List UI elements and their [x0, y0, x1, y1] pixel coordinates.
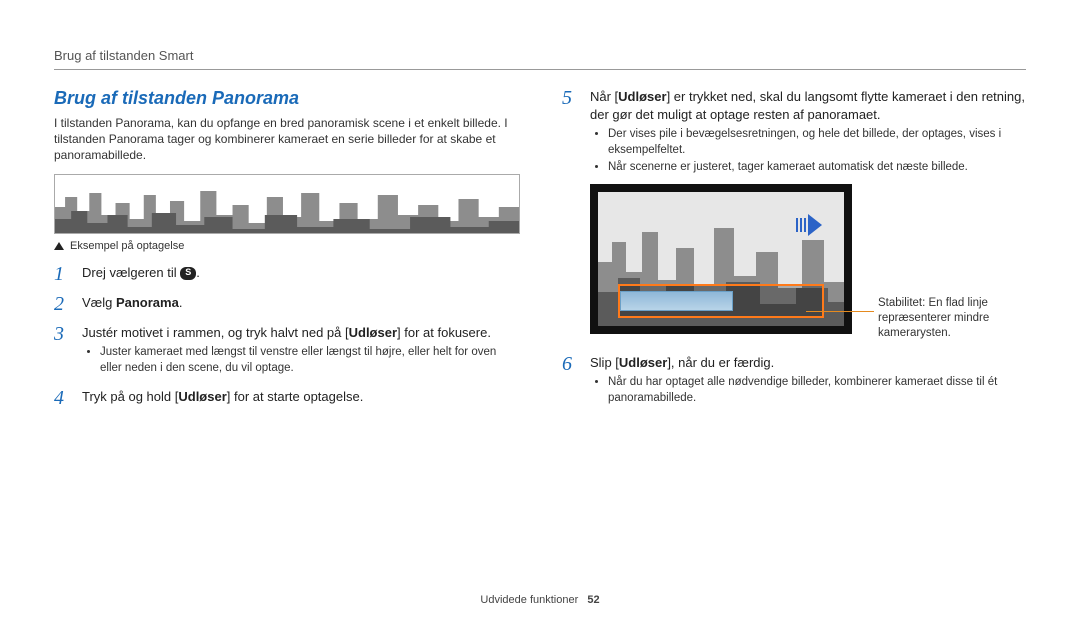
section-title: Brug af tilstanden Panorama — [54, 88, 518, 109]
step-text: Tryk på og hold [ — [82, 389, 178, 404]
direction-arrow-icon — [796, 212, 822, 238]
left-column: Brug af tilstanden Panorama I tilstanden… — [54, 88, 518, 418]
callout-leader-line — [806, 311, 874, 313]
step-2: Vælg Panorama. — [54, 294, 518, 314]
two-column-layout: Brug af tilstanden Panorama I tilstanden… — [54, 88, 1026, 418]
step-sublist: Der vises pile i bevægelsesretningen, og… — [590, 127, 1026, 176]
mode-dial-icon: S — [180, 267, 196, 280]
skyline-svg — [55, 175, 519, 233]
step-3: Justér motivet i rammen, og tryk halvt n… — [54, 324, 518, 379]
screen-inner — [598, 192, 844, 326]
step-text: ] for at starte optagelse. — [227, 389, 364, 404]
steps-list-right: Når [Udløser] er trykket ned, skal du la… — [562, 88, 1026, 408]
illustration-caption: Eksempel på optagelse — [54, 240, 518, 252]
header-rule — [54, 69, 1026, 70]
step-bold: Udløser — [178, 389, 226, 404]
steps-list-left: Drej vælgeren til S. Vælg Panorama. Just… — [54, 264, 518, 409]
step-text: ] for at fokusere. — [397, 325, 491, 340]
step-6: Slip [Udløser], når du er færdig. Når du… — [562, 354, 1026, 409]
caption-text: Eksempel på optagelse — [70, 240, 184, 252]
step-sublist: Når du har optaget alle nødvendige bille… — [590, 375, 1026, 406]
footer-section-label: Udvidede funktioner — [480, 594, 578, 606]
triangle-up-icon — [54, 242, 64, 250]
page-footer: Udvidede funktioner 52 — [0, 594, 1080, 606]
step-text: . — [196, 265, 200, 280]
step-text: ], når du er færdig. — [667, 355, 774, 370]
step-bold: Udløser — [618, 89, 666, 104]
callout-text: Stabilitet: En flad linje repræsenterer … — [878, 296, 1038, 341]
intro-line: I tilstanden Panorama, kan du opfange en… — [54, 116, 501, 130]
step-text: Drej vælgeren til — [82, 265, 180, 280]
step-bold: Udløser — [349, 325, 397, 340]
step-text: Justér motivet i rammen, og tryk halvt n… — [82, 325, 349, 340]
panorama-preview-box — [618, 284, 824, 318]
step-sublist: Juster kameraet med længst til venstre e… — [82, 345, 518, 376]
page-number: 52 — [587, 594, 599, 606]
panorama-preview-fill — [620, 291, 733, 311]
running-header: Brug af tilstanden Smart — [54, 48, 1026, 63]
manual-page: Brug af tilstanden Smart Brug af tilstan… — [0, 0, 1080, 630]
step-text: Vælg — [82, 295, 116, 310]
step-5: Når [Udløser] er trykket ned, skal du la… — [562, 88, 1026, 344]
step-text: Slip [ — [590, 355, 619, 370]
step-1: Drej vælgeren til S. — [54, 264, 518, 284]
step-text: . — [179, 295, 183, 310]
intro-paragraph: I tilstanden Panorama, kan du opfange en… — [54, 115, 518, 164]
sub-item: Der vises pile i bevægelsesretningen, og… — [608, 127, 1026, 158]
step-4: Tryk på og hold [Udløser] for at starte … — [54, 388, 518, 408]
right-column: Når [Udløser] er trykket ned, skal du la… — [562, 88, 1026, 418]
step-bold: Udløser — [619, 355, 667, 370]
step-text: Når [ — [590, 89, 618, 104]
step-bold: Panorama — [116, 295, 179, 310]
sub-item: Når scenerne er justeret, tager kameraet… — [608, 160, 1026, 176]
sub-item: Når du har optaget alle nødvendige bille… — [608, 375, 1026, 406]
panorama-example-image — [54, 174, 520, 234]
sub-item: Juster kameraet med længst til venstre e… — [100, 345, 518, 376]
